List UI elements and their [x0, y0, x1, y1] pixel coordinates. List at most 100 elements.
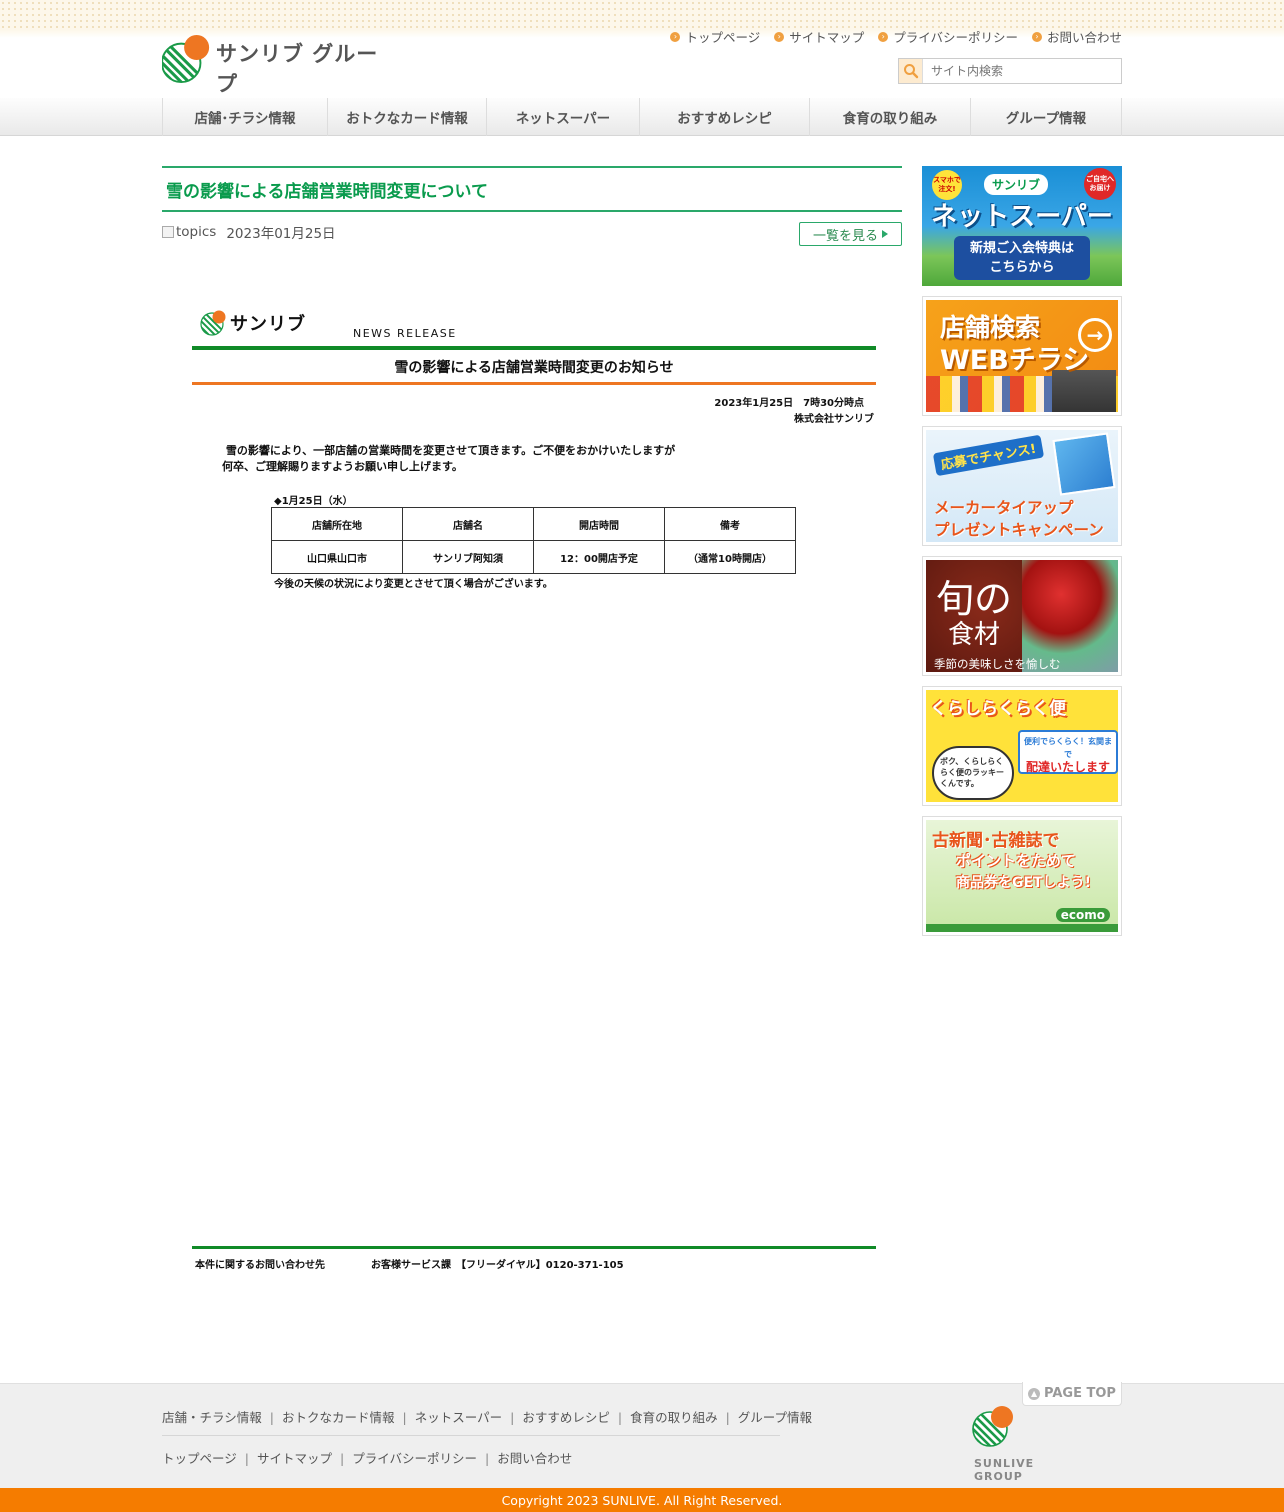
site-search — [898, 58, 1122, 84]
release-table: 店舗所在地 店舗名 開店時間 備考 山口県山口市 サンリブ阿知須 12：00開店… — [271, 507, 796, 574]
campaign-line2: プレゼントキャンペーン — [934, 521, 1104, 539]
banner-net-super[interactable]: スマホで注文! サンリブ ご自宅へお届け ネットスーパー 新規ご入会特典は こち… — [922, 166, 1122, 286]
release-body: 雪の影響により、一部店舗の営業時間を変更させて頂きます。ご不便をおかけいたします… — [222, 444, 676, 473]
footer-link[interactable]: おすすめレシピ — [522, 1410, 610, 1425]
footer-group-logo-text: SUNLIVE GROUP — [974, 1457, 1035, 1483]
copyright-bar: Copyright 2023 SUNLIVE. All Right Reserv… — [0, 1488, 1284, 1512]
broken-image-icon — [162, 226, 174, 238]
footer-link[interactable]: ネットスーパー — [415, 1410, 502, 1425]
footer-nav-primary: 店舗・チラシ情報 | おトクなカード情報 | ネットスーパー | おすすめレシピ | 食育の取り… — [162, 1410, 813, 1425]
banner-campaign[interactable]: 応募でチャンス! メーカータイアップ プレゼントキャンペーン — [922, 426, 1122, 546]
ecomo-logo: ecomo — [1055, 908, 1110, 922]
footer-link[interactable]: おトクなカード情報 — [282, 1410, 395, 1425]
footer-link[interactable]: お問い合わせ — [497, 1451, 572, 1466]
recycle-line3: 商品券をGETしよう! — [956, 875, 1091, 891]
global-nav: 店舗･チラシ情報 おトクなカード情報 ネットスーパー おすすめレシピ 食育の取り… — [0, 98, 1284, 136]
arrow-right-circle-icon: → — [1078, 318, 1112, 352]
footer-link[interactable]: グループ情報 — [738, 1410, 812, 1425]
delivery-tag: 便利でらくらく！玄関まで 配達いたします — [1018, 730, 1118, 774]
banner-seasonal-food[interactable]: 旬の 食材 季節の美味しさを愉しむ — [922, 556, 1122, 676]
page-top-button[interactable]: ▲ PAGE TOP — [1022, 1382, 1122, 1406]
sunlive-logo-icon — [972, 1406, 1013, 1447]
table-cell: （通常10時開店） — [664, 540, 796, 574]
table-header-cell: 備考 — [664, 507, 796, 541]
nav-item-net-super[interactable]: ネットスーパー — [487, 98, 640, 136]
mascot-speech-bubble: ボク、くらしらくらく便のラッキーくんです。 — [932, 746, 1014, 800]
arrow-bullet-icon: › — [878, 31, 889, 42]
nav-item-recipe[interactable]: おすすめレシピ — [640, 98, 810, 136]
release-note: 今後の天候の状況により変更とさせて頂く場合がございます。 — [274, 579, 553, 590]
table-row: 山口県山口市 サンリブ阿知須 12：00開店予定 （通常10時開店） — [271, 540, 796, 574]
footer-group-logo: SUNLIVE GROUP — [972, 1405, 1082, 1483]
seasonal-caption: 季節の美味しさを愉しむ — [934, 657, 1061, 671]
sunlive-logo-icon — [162, 34, 210, 84]
footer-link[interactable]: トップページ — [162, 1451, 237, 1466]
arrow-bullet-icon: › — [670, 31, 681, 42]
campaign-line1: メーカータイアップ — [934, 499, 1074, 517]
article-meta: topics 2023年01月25日 — [162, 222, 336, 242]
nav-item-group[interactable]: グループ情報 — [971, 98, 1122, 136]
view-list-button[interactable]: 一覧を見る — [799, 222, 902, 246]
play-arrow-icon — [882, 230, 888, 238]
arrow-up-icon: ▲ — [1028, 1387, 1041, 1400]
search-button[interactable] — [899, 59, 923, 83]
table-header-cell: 店舗名 — [402, 507, 534, 541]
table-header-cell: 店舗所在地 — [271, 507, 403, 541]
top-link-home[interactable]: › トップページ — [670, 27, 760, 46]
logo-text: サンリブ グループ — [216, 42, 379, 96]
banner-delivery[interactable]: くらしらくらく便 ボク、くらしらくらく便のラッキーくんです。 便利でらくらく！玄… — [922, 686, 1122, 806]
campaign-badge: 応募でチャンス! — [932, 434, 1044, 477]
table-header-cell: 開店時間 — [533, 507, 665, 541]
net-super-title: ネットスーパー — [931, 202, 1113, 232]
arrow-bullet-icon: › — [774, 31, 785, 42]
article-title: 雪の影響による店舗営業時間変更について — [166, 181, 488, 202]
nav-item-card[interactable]: おトクなカード情報 — [328, 98, 487, 136]
gift-box-icon — [1052, 432, 1116, 496]
top-link-contact[interactable]: › お問い合わせ — [1031, 27, 1122, 46]
release-company: 株式会社サンリブ — [794, 414, 874, 425]
release-datetime: 2023年1月25日 7時30分時点 — [714, 398, 864, 409]
release-title: 雪の影響による店舗営業時間変更のお知らせ — [394, 360, 674, 376]
release-logo: サンリブ — [200, 310, 306, 336]
net-super-brand: サンリブ — [984, 174, 1049, 195]
banner-recycle[interactable]: 古新聞･古雑誌で ポイントをためて 商品券をGETしよう! ecomo — [922, 816, 1122, 936]
footer-divider — [162, 1435, 780, 1436]
nav-item-food-education[interactable]: 食育の取り組み — [810, 98, 971, 136]
recycle-line1: 古新聞･古雑誌で — [932, 831, 1060, 851]
site-logo[interactable]: サンリブ グループ — [162, 32, 392, 96]
footer-link[interactable]: 店舗・チラシ情報 — [162, 1410, 262, 1425]
table-cell: 山口県山口市 — [271, 540, 403, 574]
topics-image: topics — [162, 222, 216, 242]
seasonal-title-2: 食材 — [948, 620, 1001, 650]
banner-store-search[interactable]: 店舗検索 WEBチラシ → — [922, 296, 1122, 416]
footer-link[interactable]: 食育の取り組み — [630, 1410, 718, 1425]
divider-green-bottom — [192, 1246, 876, 1249]
footer-link[interactable]: プライバシーポリシー — [352, 1451, 477, 1466]
net-super-cta: 新規ご入会特典は こちらから — [954, 236, 1090, 280]
nav-item-stores[interactable]: 店舗･チラシ情報 — [163, 98, 328, 136]
news-release-label: NEWS RELEASE — [353, 327, 457, 340]
divider-green — [192, 346, 876, 350]
recycle-line2: ポイントをためて — [956, 852, 1077, 870]
sunlive-logo-icon — [200, 310, 226, 336]
arrow-bullet-icon: › — [1031, 31, 1042, 42]
top-pattern-strip — [0, 0, 1284, 30]
table-header-row: 店舗所在地 店舗名 開店時間 備考 — [271, 507, 796, 541]
table-cell: 12：00開店予定 — [533, 540, 665, 574]
footer-link[interactable]: サイトマップ — [257, 1451, 332, 1466]
top-link-sitemap[interactable]: › サイトマップ — [774, 27, 864, 46]
article-date: 2023年01月25日 — [226, 226, 336, 242]
utility-links: › トップページ › サイトマップ › プライバシーポリシー › お問い合わせ — [670, 27, 1122, 46]
release-day-heading: ◆1月25日（水） — [274, 496, 353, 507]
footer-nav-secondary: トップページ | サイトマップ | プライバシーポリシー | お問い合わせ — [162, 1451, 573, 1466]
release-contact: 本件に関するお問い合わせ先 お客様サービス課 【フリーダイヤル】0120-371… — [195, 1260, 624, 1271]
news-release-document: サンリブ NEWS RELEASE 雪の影響による店舗営業時間変更のお知らせ 2… — [192, 300, 876, 1280]
search-icon — [903, 64, 918, 79]
article-title-box: 雪の影響による店舗営業時間変更について — [162, 166, 902, 212]
top-link-privacy[interactable]: › プライバシーポリシー — [878, 27, 1018, 46]
divider-orange — [192, 382, 876, 385]
delivery-title: くらしらくらく便 — [930, 699, 1066, 719]
search-input[interactable] — [923, 59, 1121, 83]
table-cell: サンリブ阿知須 — [402, 540, 534, 574]
web-flyer-title: WEBチラシ — [940, 345, 1090, 376]
